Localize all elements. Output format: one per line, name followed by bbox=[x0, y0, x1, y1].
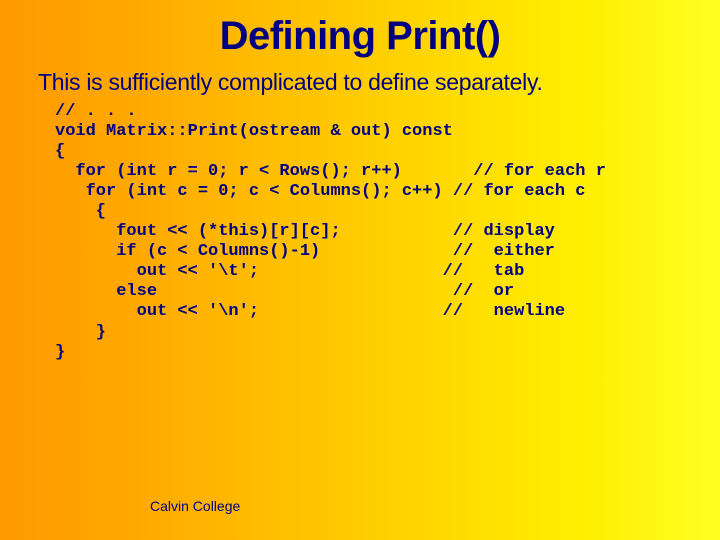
slide-title: Defining Print() bbox=[0, 0, 720, 59]
footer-text: Calvin College bbox=[150, 498, 240, 514]
slide-subtitle: This is sufficiently complicated to defi… bbox=[0, 59, 720, 96]
code-block: // . . . void Matrix::Print(ostream & ou… bbox=[0, 96, 720, 363]
